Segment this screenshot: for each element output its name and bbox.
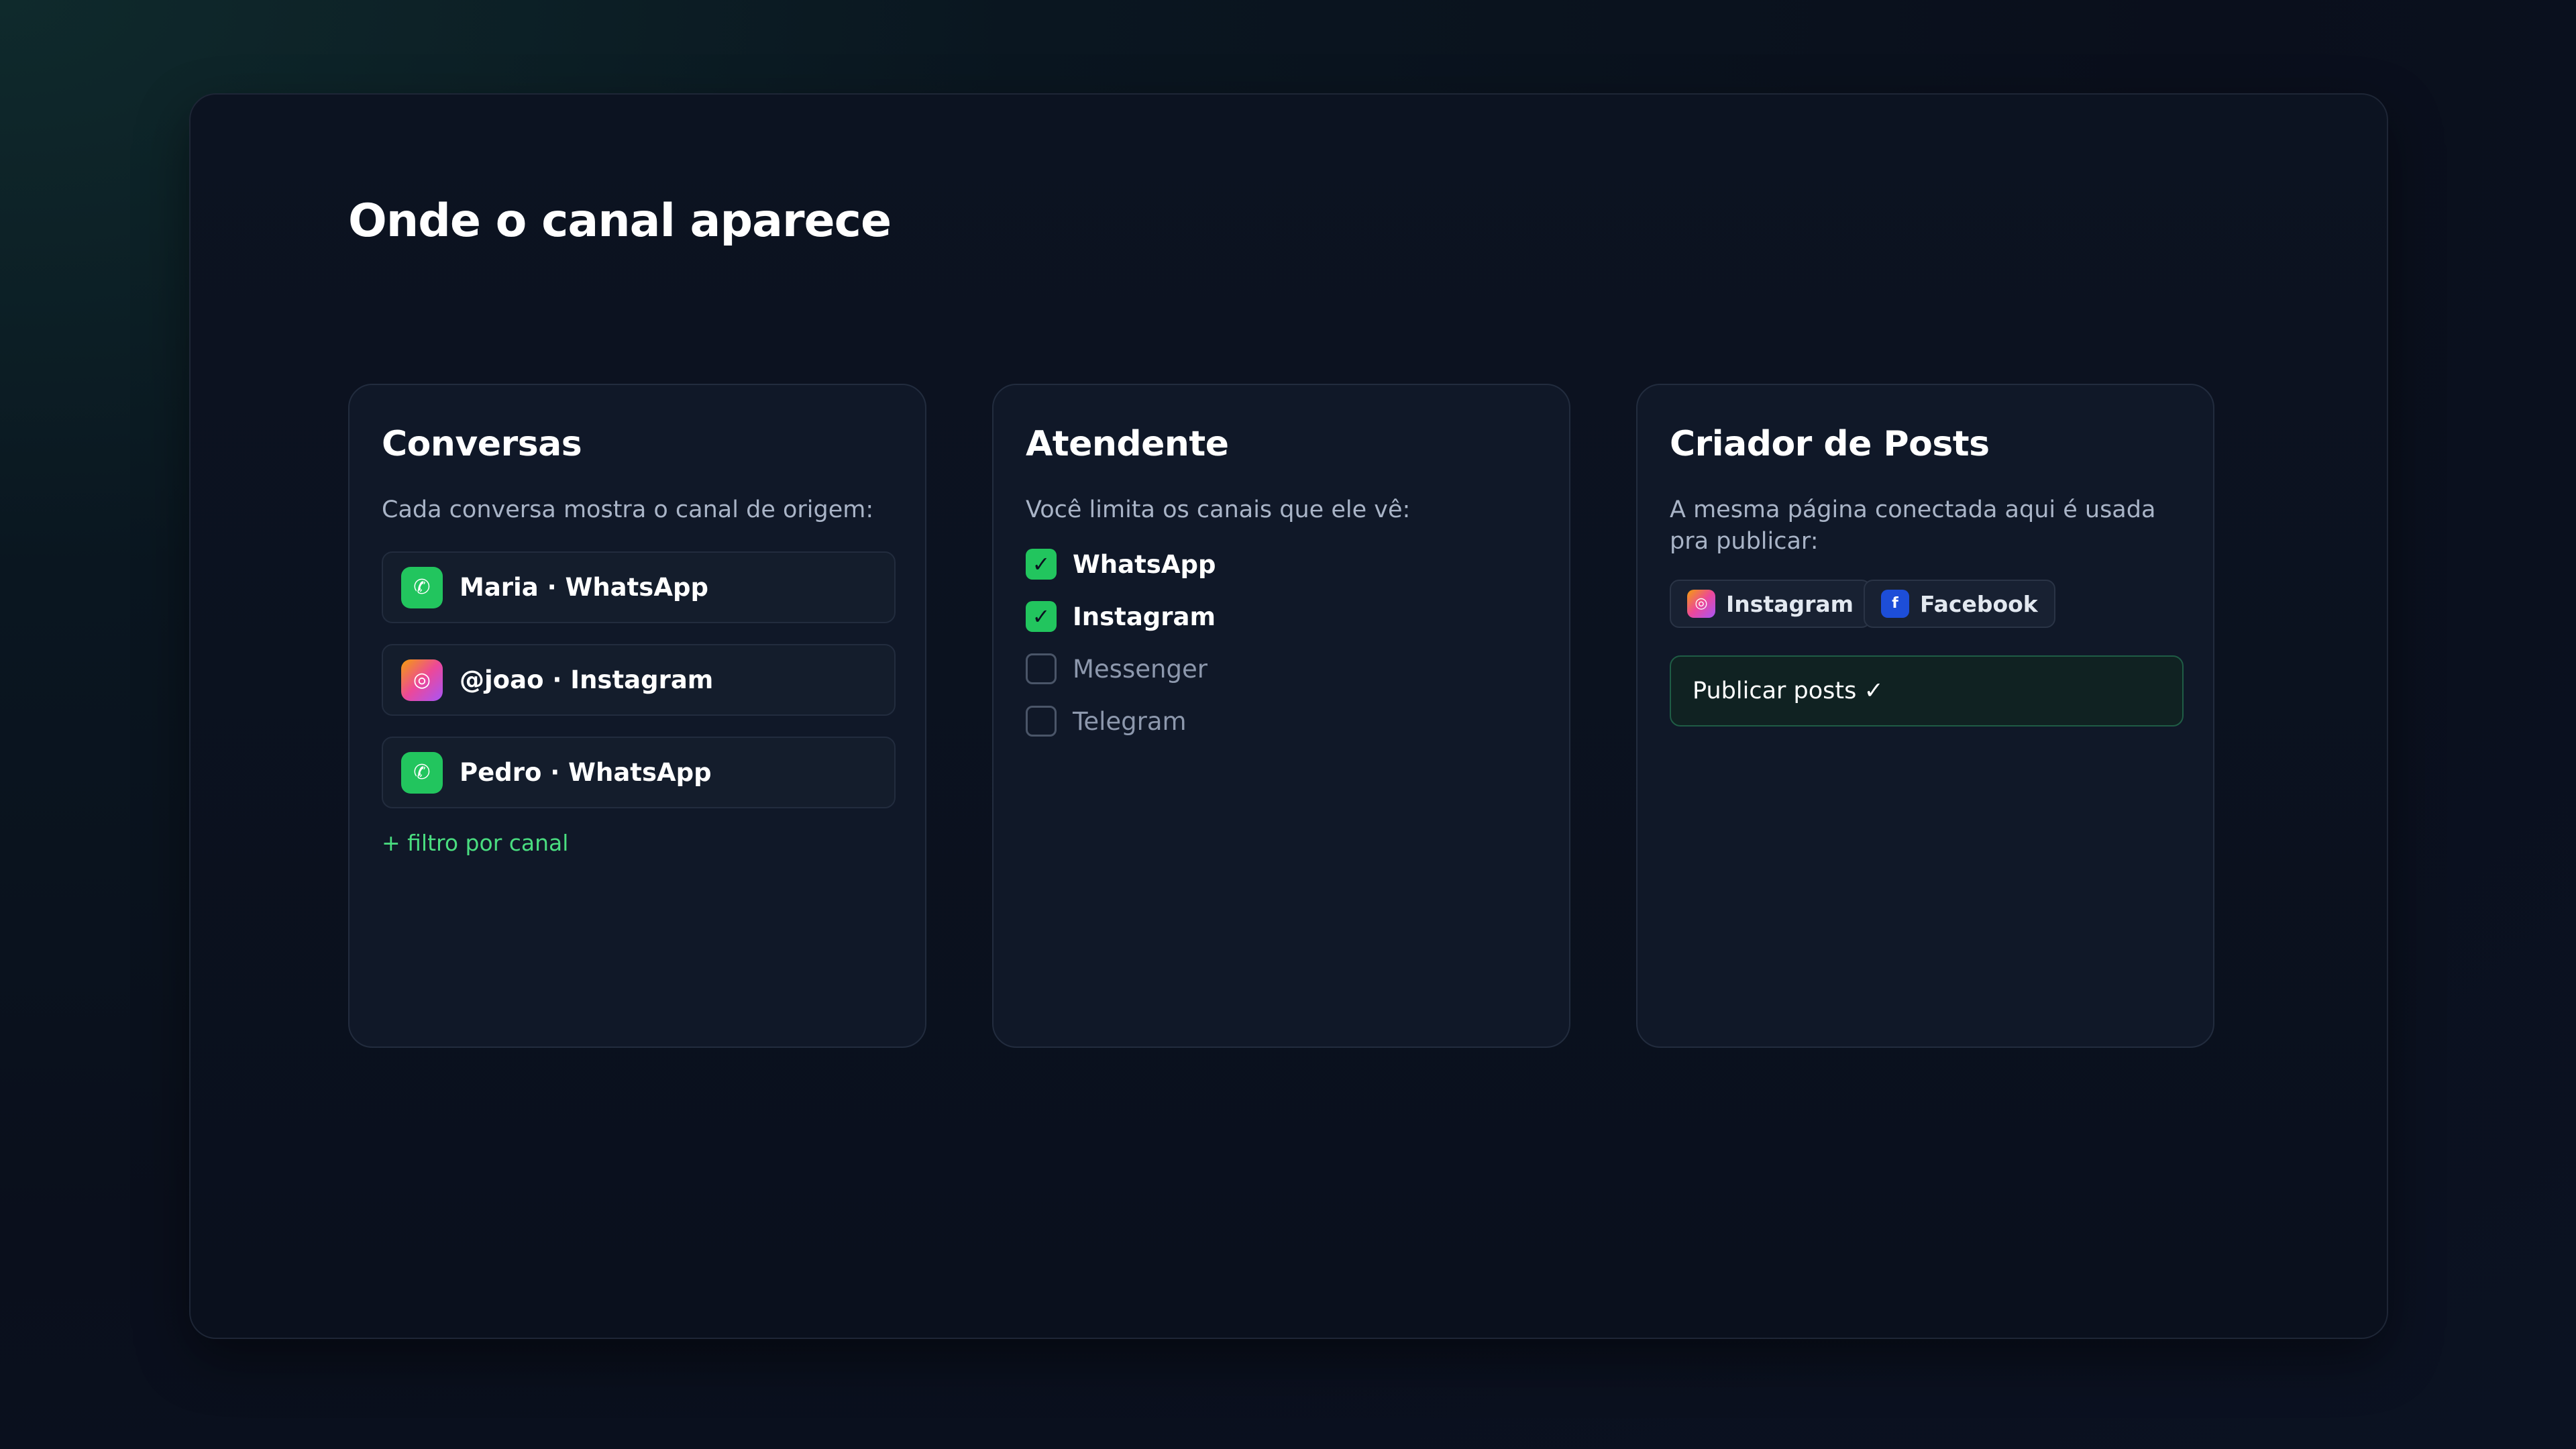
channel-label: Telegram: [1073, 706, 1187, 736]
conversation-label: @joao · Instagram: [460, 665, 714, 694]
whatsapp-icon: ✆: [401, 751, 443, 794]
criador-card: Criador de Posts A mesma página conectad…: [1636, 384, 2214, 1048]
page-title: Onde o canal aparece: [348, 195, 892, 248]
channel-label: Messenger: [1073, 654, 1208, 684]
conversation-label: Maria · WhatsApp: [460, 573, 708, 602]
facebook-icon: f: [1881, 590, 1909, 618]
checkbox-unchecked[interactable]: [1026, 653, 1057, 684]
conversas-title: Conversas: [382, 424, 582, 464]
pill-label: Facebook: [1920, 590, 2038, 617]
checkbox-checked[interactable]: ✓: [1026, 549, 1057, 580]
channel-checkbox-telegram[interactable]: Telegram: [1026, 704, 1187, 738]
channel-checkbox-whatsapp[interactable]: ✓ WhatsApp: [1026, 547, 1216, 581]
atendente-subtitle: Você limita os canais que ele vê:: [1026, 496, 1411, 523]
conversation-item-pedro[interactable]: ✆ Pedro · WhatsApp: [382, 737, 896, 808]
publish-posts-status[interactable]: Publicar posts ✓: [1670, 655, 2184, 727]
atendente-title: Atendente: [1026, 424, 1229, 464]
conversation-item-joao[interactable]: ◎ @joao · Instagram: [382, 644, 896, 716]
checkbox-checked[interactable]: ✓: [1026, 601, 1057, 632]
conversas-subtitle: Cada conversa mostra o canal de origem:: [382, 496, 874, 523]
checkbox-unchecked[interactable]: [1026, 706, 1057, 737]
channel-pill-instagram[interactable]: ◎ Instagram: [1670, 580, 1872, 628]
instagram-icon: ◎: [1687, 590, 1715, 618]
criador-subtitle: A mesma página conectada aqui é usada pr…: [1670, 496, 2156, 555]
channel-label: WhatsApp: [1073, 549, 1216, 579]
whatsapp-icon: ✆: [401, 566, 443, 608]
atendente-card: Atendente Você limita os canais que ele …: [992, 384, 1570, 1048]
channel-pill-facebook[interactable]: f Facebook: [1864, 580, 2055, 628]
pill-label: Instagram: [1726, 590, 1854, 617]
criador-title: Criador de Posts: [1670, 424, 1990, 464]
channel-checkbox-instagram[interactable]: ✓ Instagram: [1026, 600, 1216, 633]
channel-checkbox-messenger[interactable]: Messenger: [1026, 652, 1208, 686]
conversas-card: Conversas Cada conversa mostra o canal d…: [348, 384, 926, 1048]
filter-by-channel-link[interactable]: + filtro por canal: [382, 830, 568, 856]
instagram-icon: ◎: [401, 659, 443, 701]
conversation-item-maria[interactable]: ✆ Maria · WhatsApp: [382, 551, 896, 623]
channel-label: Instagram: [1073, 602, 1216, 631]
conversation-label: Pedro · WhatsApp: [460, 758, 712, 787]
